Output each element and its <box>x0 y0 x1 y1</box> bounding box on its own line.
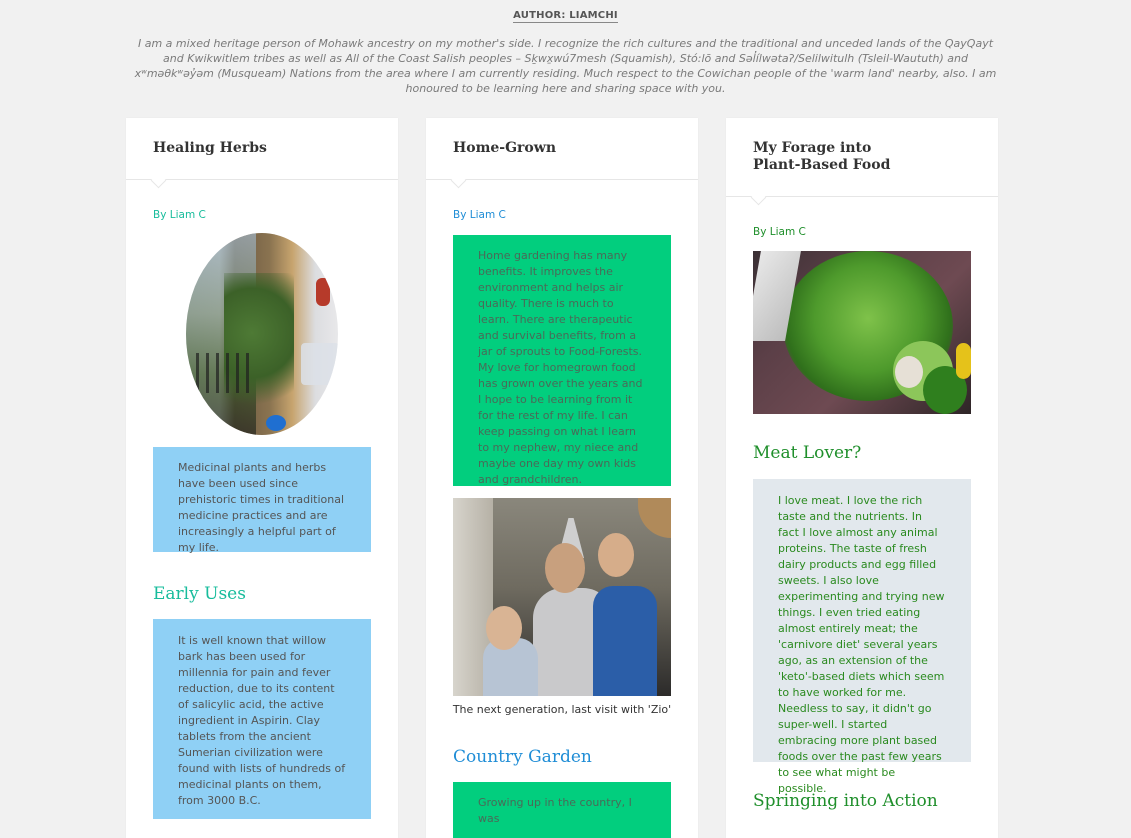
post-card-plant-based[interactable]: My Forage into Plant-Based Food By Liam … <box>726 118 998 838</box>
byline[interactable]: By Liam C <box>726 226 998 238</box>
post-card-home-grown[interactable]: Home-Grown By Liam C Home gardening has … <box>426 118 698 838</box>
section-title-springing-into-action: Springing into Action <box>753 791 938 811</box>
card-header: Home-Grown <box>426 118 698 189</box>
family-photo <box>453 498 671 696</box>
section-title-early-uses: Early Uses <box>153 584 246 604</box>
photo-caption: The next generation, last visit with 'Zi… <box>452 703 672 716</box>
herbs-vegetables-photo <box>753 251 971 414</box>
header-notch <box>150 172 167 189</box>
herb-garden-photo <box>186 233 338 435</box>
card-header: Healing Herbs <box>126 118 398 189</box>
intro-callout: Home gardening has many benefits. It imp… <box>453 235 671 486</box>
author-link[interactable]: AUTHOR: LIAMCHI <box>513 10 618 23</box>
header-notch <box>750 189 767 206</box>
byline[interactable]: By Liam C <box>126 209 398 221</box>
early-uses-callout: It is well known that willow bark has be… <box>153 619 371 819</box>
card-header: My Forage into Plant-Based Food <box>726 118 998 206</box>
card-title[interactable]: My Forage into Plant-Based Food <box>753 140 913 174</box>
byline[interactable]: By Liam C <box>426 209 698 221</box>
intro-callout: Medicinal plants and herbs have been use… <box>153 447 371 554</box>
meat-lover-callout: I love meat. I love the rich taste and t… <box>753 479 971 795</box>
header-notch <box>450 172 467 189</box>
card-title[interactable]: Healing Herbs <box>153 140 371 157</box>
post-card-healing-herbs[interactable]: Healing Herbs By Liam C Medicinal plants… <box>126 118 398 838</box>
card-title[interactable]: Home-Grown <box>453 140 671 157</box>
section-title-meat-lover: Meat Lover? <box>753 443 862 463</box>
section-title-country-garden: Country Garden <box>453 747 592 767</box>
country-garden-callout: Growing up in the country, I was <box>453 782 671 838</box>
author-bio: I am a mixed heritage person of Mohawk a… <box>134 37 997 95</box>
author-label[interactable]: AUTHOR: LIAMCHI <box>0 10 1131 23</box>
